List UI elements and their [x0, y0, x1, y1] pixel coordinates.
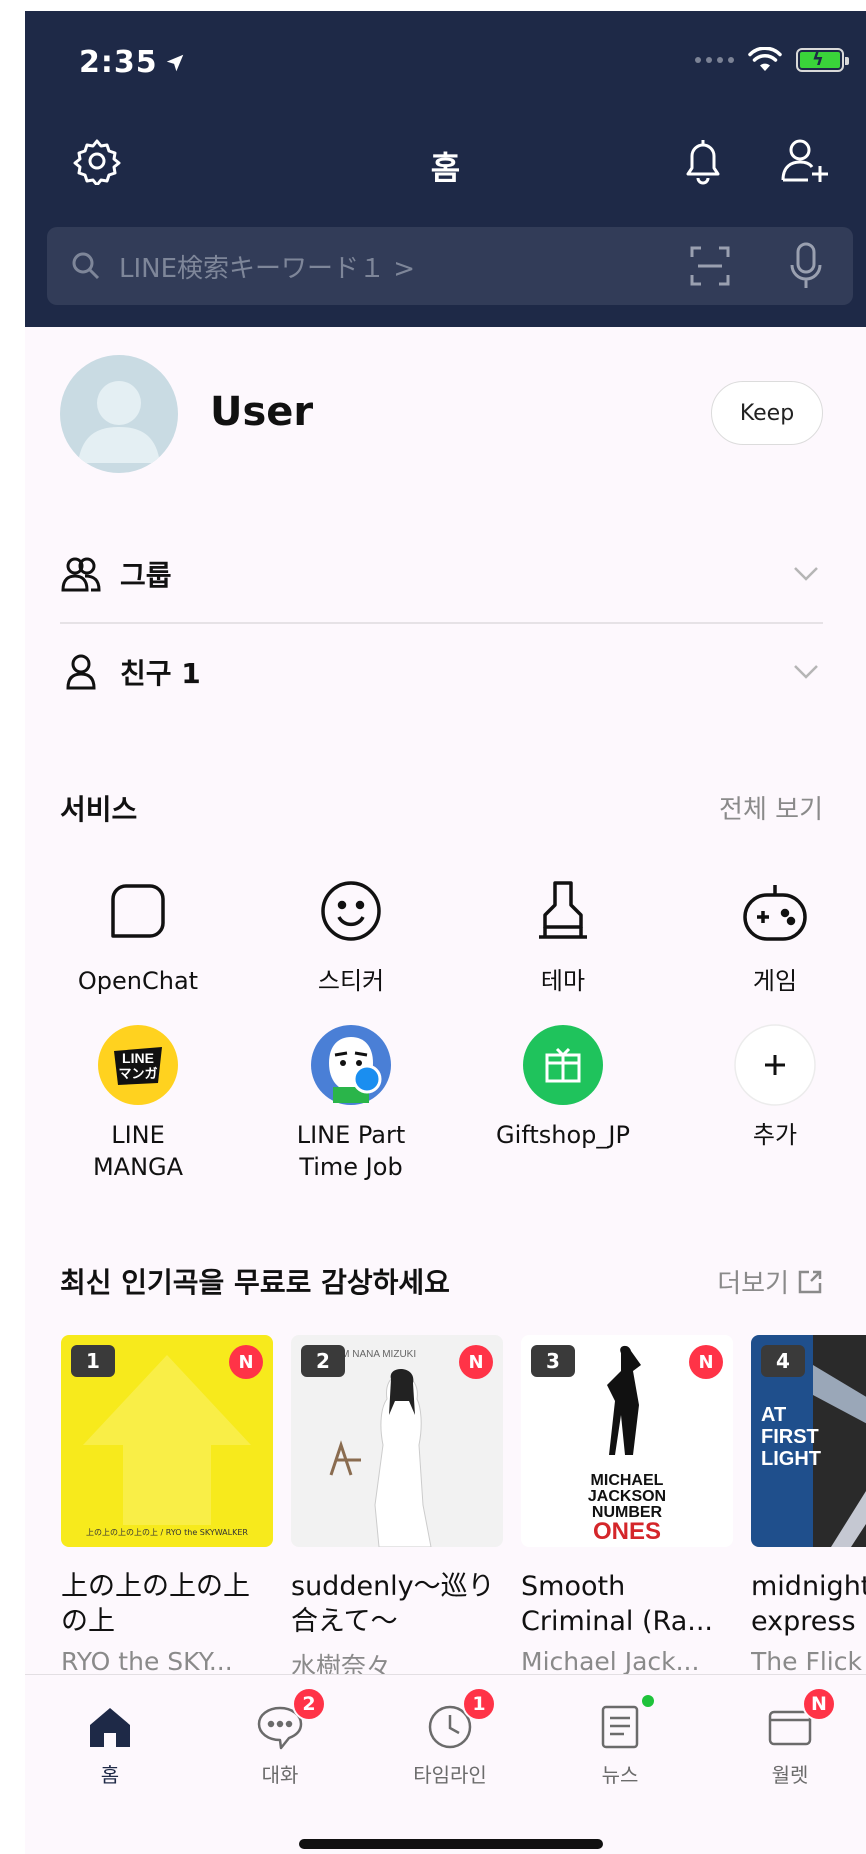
song-title: midnight express: [751, 1571, 866, 1637]
chevron-down-icon: [794, 665, 818, 679]
svg-text:FIRST: FIRST: [761, 1426, 819, 1448]
keep-button[interactable]: Keep: [711, 381, 823, 445]
groups-row[interactable]: 그룹: [60, 525, 823, 623]
new-dot: [642, 1695, 654, 1707]
album-cover: AT FIRST LIGHT 4: [751, 1335, 866, 1547]
song-artist: Michael Jack...: [521, 1647, 700, 1676]
album-cover: 上の上の上の上の上 / RYO the SKYWALKER 1 N: [61, 1335, 273, 1547]
wifi-icon: [748, 47, 782, 71]
service-theme[interactable]: 테마: [458, 869, 668, 997]
tab-news[interactable]: 뉴스: [560, 1695, 680, 1788]
battery-icon: ϟ: [796, 48, 849, 72]
profile-name[interactable]: User: [210, 389, 313, 435]
services-see-all-link[interactable]: 전체 보기: [719, 789, 823, 826]
search-placeholder: LINE検索キーワード１ >: [119, 253, 416, 284]
search-bar[interactable]: LINE検索キーワード１ >: [47, 227, 853, 305]
microphone-icon[interactable]: [789, 241, 823, 291]
new-badge: N: [689, 1345, 723, 1379]
external-link-icon: [798, 1270, 822, 1293]
tab-bar: 홈 2 대화 1 타임라인 뉴스 N 월렛: [25, 1674, 866, 1854]
tab-wallet[interactable]: N 월렛: [730, 1687, 850, 1788]
add-friend-icon: [781, 139, 828, 182]
home-icon: [90, 1708, 130, 1747]
openchat-icon: [111, 884, 165, 938]
line-manga-icon: LINE マンガ: [98, 1025, 178, 1105]
home-screen: 2:35 ϟ 홈 LINE検索キーワード１ > User Keep 그룹 친구 …: [25, 11, 866, 1854]
rank-badge: 2: [301, 1345, 345, 1377]
add-friend-button[interactable]: [777, 133, 833, 189]
location-arrow-icon: [166, 54, 183, 71]
service-line-manga[interactable]: LINE マンガ LINE MANGA: [33, 1023, 243, 1183]
home-indicator: [299, 1839, 603, 1849]
chevron-down-icon: [794, 567, 818, 581]
bell-icon: [686, 140, 720, 185]
service-game[interactable]: 게임: [670, 869, 866, 997]
services-title: 서비스: [60, 793, 138, 826]
service-add[interactable]: 추가: [670, 1023, 866, 1151]
friends-label: 친구 1: [120, 657, 201, 690]
svg-text:マンガ: マンガ: [118, 1067, 157, 1082]
service-sticker[interactable]: 스티커: [246, 869, 456, 997]
rank-badge: 1: [71, 1345, 115, 1377]
music-title: 최신 인기곡을 무료로 감상하세요: [60, 1266, 450, 1299]
music-card[interactable]: AT FIRST LIGHT 4 midnight express The Fl…: [751, 1335, 866, 1676]
service-openchat[interactable]: OpenChat: [33, 869, 243, 997]
status-time: 2:35: [79, 45, 186, 80]
sticker-icon: [321, 881, 381, 941]
song-title: 上の上の上の上の上: [61, 1571, 250, 1637]
group-icon: [61, 557, 101, 592]
song-title: suddenly～巡り合えて～: [291, 1571, 495, 1637]
song-artist: RYO the SKY...: [61, 1647, 233, 1676]
default-avatar-icon: [78, 381, 160, 463]
rank-badge: 4: [761, 1345, 805, 1377]
svg-text:AT: AT: [761, 1404, 786, 1426]
news-icon: [601, 1705, 639, 1749]
album-cover: MICHAEL JACKSON NUMBER ONES 3 N: [521, 1335, 733, 1547]
status-icons: ϟ: [695, 47, 849, 73]
song-artist: The Flick: [751, 1647, 862, 1676]
groups-label: 그룹: [120, 559, 172, 592]
add-icon: [734, 1024, 816, 1106]
song-title: Smooth Criminal (Ra...: [521, 1571, 713, 1637]
tab-timeline[interactable]: 1 타임라인: [390, 1687, 510, 1788]
game-icon: [743, 885, 807, 941]
unread-badge: 2: [292, 1687, 326, 1721]
album-cover: MUSEUM NANA MIZUKI 2 N: [291, 1335, 503, 1547]
service-giftshop[interactable]: Giftshop_JP: [458, 1023, 668, 1151]
qr-scan-icon[interactable]: [689, 245, 731, 287]
search-icon: [72, 252, 100, 280]
gift-icon: [523, 1025, 603, 1105]
friend-icon: [66, 654, 96, 690]
tab-chats[interactable]: 2 대화: [220, 1687, 340, 1788]
svg-text:JACKSON: JACKSON: [588, 1488, 666, 1505]
new-badge: N: [802, 1687, 836, 1721]
music-more-link[interactable]: 더보기: [717, 1263, 823, 1300]
header: 2:35 ϟ 홈 LINE検索キーワード１ >: [25, 11, 866, 327]
svg-text:ONES: ONES: [593, 1518, 661, 1545]
rank-badge: 3: [531, 1345, 575, 1377]
unread-badge: 1: [462, 1687, 496, 1721]
music-card[interactable]: 上の上の上の上の上 / RYO the SKYWALKER 1 N 上の上の上の…: [61, 1335, 273, 1676]
svg-text:LINE: LINE: [122, 1050, 154, 1066]
svg-text:上の上の上の上の上 / RYO the SKYWALKE: 上の上の上の上の上 / RYO the SKYWALKER: [86, 1528, 248, 1537]
notifications-button[interactable]: [675, 133, 731, 189]
friends-row[interactable]: 친구 1: [60, 623, 823, 721]
music-card[interactable]: MICHAEL JACKSON NUMBER ONES 3 N Smooth C…: [521, 1335, 733, 1676]
service-line-part-time-job[interactable]: LINE Part Time Job: [246, 1023, 456, 1183]
new-badge: N: [229, 1345, 263, 1379]
new-badge: N: [459, 1345, 493, 1379]
signal-icon: [695, 57, 734, 63]
svg-text:LIGHT: LIGHT: [761, 1448, 821, 1470]
svg-text:MICHAEL: MICHAEL: [591, 1472, 664, 1489]
avatar[interactable]: [60, 355, 178, 473]
line-part-time-job-icon: [311, 1025, 391, 1105]
page-title: 홈: [430, 149, 461, 187]
music-card[interactable]: MUSEUM NANA MIZUKI 2 N suddenly～巡り合えて～ 水…: [291, 1335, 503, 1683]
theme-icon: [539, 881, 587, 939]
tab-home[interactable]: 홈: [50, 1701, 170, 1788]
